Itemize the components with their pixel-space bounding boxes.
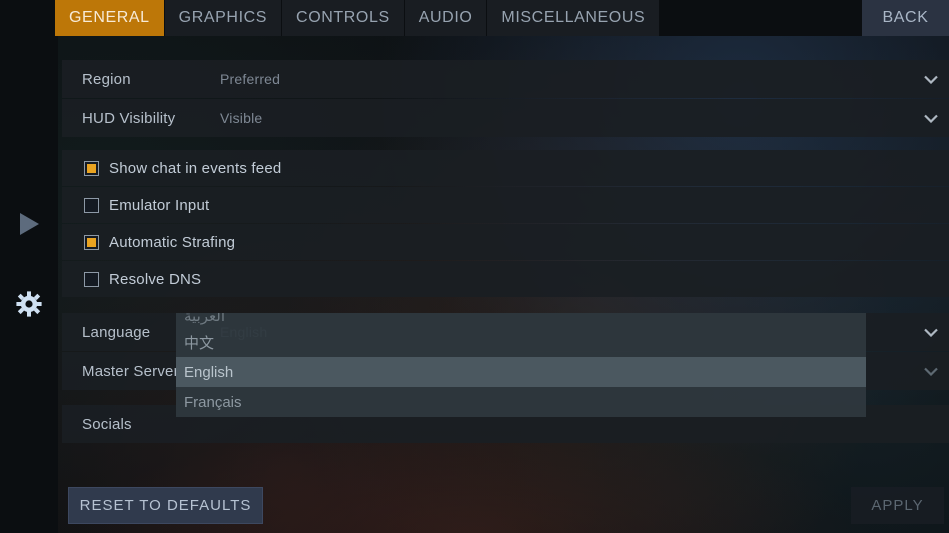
play-button[interactable] [0,208,58,244]
checkbox-label-resolve-dns: Resolve DNS [109,270,202,288]
tab-bar-filler [660,0,862,36]
tab-bar: GENERAL GRAPHICS CONTROLS AUDIO MISCELLA… [0,0,949,36]
setting-row-automatic-strafing[interactable]: Automatic Strafing [62,224,949,260]
setting-label-region: Region [82,70,131,88]
tab-miscellaneous-label: MISCELLANEOUS [501,9,646,26]
tab-controls-label: CONTROLS [296,9,390,26]
reset-to-defaults-label: RESET TO DEFAULTS [79,497,252,514]
setting-value-hud-visibility: Visible [220,110,263,126]
apply-button[interactable]: APPLY [851,487,944,524]
apply-label: APPLY [871,497,924,514]
tab-bar-left-spacer [0,0,55,36]
chevron-down-icon[interactable] [913,114,949,123]
checkbox-label-emulator-input: Emulator Input [109,196,210,214]
checkbox-automatic-strafing[interactable] [84,234,99,250]
chevron-down-icon[interactable] [913,328,949,337]
tab-audio-label: AUDIO [418,9,473,26]
tab-general[interactable]: GENERAL [55,0,165,36]
language-dropdown-list[interactable]: العربية 中文 English Français [176,313,866,417]
tab-miscellaneous[interactable]: MISCELLANEOUS [487,0,661,36]
setting-row-show-chat[interactable]: Show chat in events feed [62,150,949,186]
language-option-french-label: Français [184,393,242,411]
language-option-french[interactable]: Français [176,387,866,417]
setting-label-hud-visibility: HUD Visibility [82,109,176,127]
checkbox-label-show-chat: Show chat in events feed [109,159,282,177]
setting-row-region[interactable]: Region Preferred [62,60,949,98]
tab-general-label: GENERAL [69,9,150,26]
setting-row-hud-visibility[interactable]: HUD Visibility Visible [62,99,949,137]
setting-row-emulator-input[interactable]: Emulator Input [62,187,949,223]
checkbox-resolve-dns[interactable] [84,271,99,287]
settings-content: Region Preferred HUD Visibility Visible … [62,36,949,533]
gear-icon [16,290,42,322]
tab-graphics-label: GRAPHICS [178,9,268,26]
tab-graphics[interactable]: GRAPHICS [164,0,283,36]
back-button[interactable]: BACK [862,0,949,36]
play-icon [18,211,40,242]
language-option-chinese[interactable]: 中文 [176,327,866,357]
language-option-english-label: English [184,363,234,381]
language-option-arabic-label: العربية [184,313,225,325]
setting-value-region: Preferred [220,71,281,87]
chevron-down-icon[interactable] [913,75,949,84]
setting-label-socials: Socials [82,415,132,433]
checkbox-label-automatic-strafing: Automatic Strafing [109,233,236,251]
tab-controls[interactable]: CONTROLS [282,0,405,36]
checkbox-show-chat[interactable] [84,160,99,176]
chevron-down-icon[interactable] [913,367,949,376]
language-option-arabic[interactable]: العربية [176,313,866,327]
back-button-label: BACK [882,9,929,26]
left-rail [0,36,58,533]
checkbox-emulator-input[interactable] [84,197,99,213]
language-option-english[interactable]: English [176,357,866,387]
settings-button[interactable] [0,288,58,324]
reset-to-defaults-button[interactable]: RESET TO DEFAULTS [68,487,263,524]
settings-screen: GENERAL GRAPHICS CONTROLS AUDIO MISCELLA… [0,0,949,533]
language-option-chinese-label: 中文 [184,334,215,352]
tab-audio[interactable]: AUDIO [404,0,488,36]
setting-row-resolve-dns[interactable]: Resolve DNS [62,261,949,297]
